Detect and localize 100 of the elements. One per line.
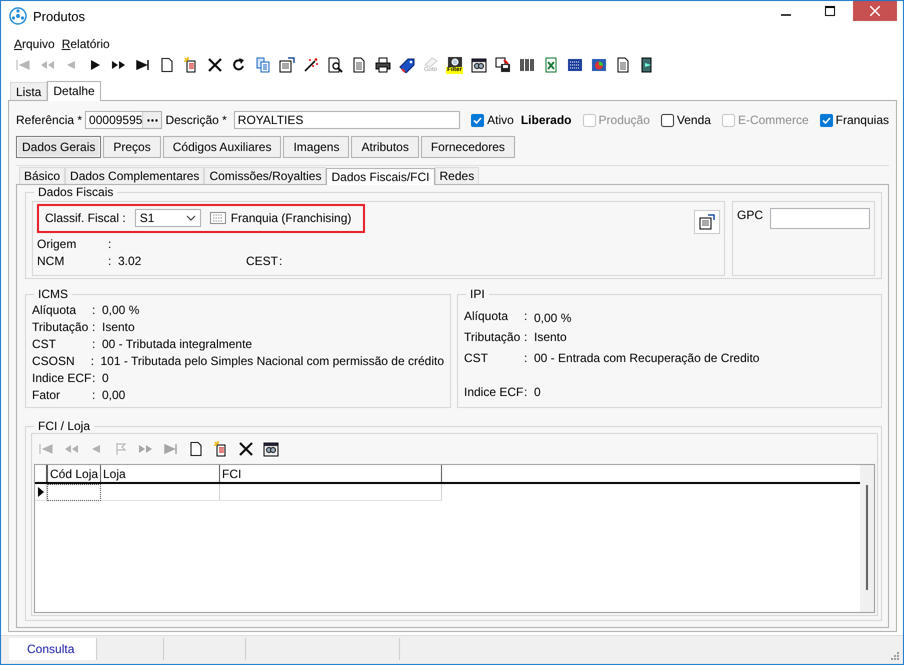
separator: :	[92, 388, 96, 402]
separator: :	[92, 370, 96, 384]
reference-field[interactable]: 00009595	[85, 111, 162, 129]
field-label: Origem	[37, 236, 78, 250]
tab[interactable]: Lista	[10, 82, 48, 100]
field-value: Isento	[534, 330, 567, 344]
column-header[interactable]: Cód Loja	[47, 465, 101, 482]
magnifier-icon[interactable]	[446, 56, 462, 67]
tab[interactable]: Códigos Auxiliares	[162, 136, 282, 158]
grid-icon	[210, 212, 226, 224]
column-header[interactable]: FCI	[220, 465, 442, 482]
separator: :	[92, 336, 96, 350]
tab[interactable]: Atributos	[351, 136, 419, 158]
field-label: Alíquota	[464, 308, 510, 322]
last-record-icon[interactable]	[134, 57, 150, 73]
window-icon	[699, 214, 715, 230]
pie-chart-window-icon[interactable]	[590, 57, 606, 73]
copy-icon[interactable]	[254, 57, 270, 73]
blank-page-icon[interactable]	[188, 441, 204, 457]
door-exit-icon[interactable]	[638, 57, 654, 73]
spreadsheet-icon[interactable]	[542, 57, 558, 73]
field-label: GPC	[737, 208, 764, 222]
field-value: 00 - Entrada com Recuperação de Credito	[534, 350, 760, 364]
field-label: CSOSN	[32, 354, 76, 368]
blank-page-icon[interactable]	[158, 57, 174, 73]
separator: :	[524, 308, 528, 322]
delete-icon[interactable]	[238, 441, 254, 457]
tag-icon[interactable]	[398, 57, 414, 73]
field-label: Referência *	[16, 113, 82, 127]
close-button[interactable]	[853, 1, 897, 21]
close-icon	[870, 6, 880, 16]
binoculars-window-icon[interactable]	[262, 441, 278, 457]
tab[interactable]: Dados Fiscais/FCI	[326, 168, 435, 185]
ellipsis-icon	[146, 118, 158, 122]
calculator-icon[interactable]	[566, 57, 582, 73]
status-label: Liberado	[520, 113, 572, 127]
checkbox[interactable]	[660, 114, 674, 126]
window-icon[interactable]	[278, 57, 294, 73]
field-value: 00 - Tributada integralmente	[102, 336, 252, 350]
edit-page-icon[interactable]	[212, 441, 228, 457]
resize-grip-icon[interactable]	[889, 650, 899, 660]
printer-icon[interactable]	[374, 57, 390, 73]
wand-icon[interactable]	[302, 57, 318, 73]
separator: :	[108, 254, 112, 268]
status-panel: Consulta	[9, 638, 97, 660]
window-title: Produtos	[33, 8, 86, 24]
edit-page-icon[interactable]	[182, 57, 198, 73]
lookup-button[interactable]	[142, 112, 162, 128]
refresh-icon[interactable]	[230, 57, 246, 73]
barcode-icon[interactable]	[518, 57, 534, 73]
checkbox[interactable]	[820, 114, 833, 126]
field-label: Descrição *	[165, 113, 227, 127]
gpc-field[interactable]	[770, 208, 870, 229]
field-label: Tributação	[32, 320, 90, 334]
field-label: CST	[32, 336, 57, 350]
field-value: 101 - Tributada pelo Simples Nacional com permissão de crédito	[100, 354, 444, 368]
scrollbar[interactable]	[860, 465, 874, 612]
field-label: Fator	[32, 388, 62, 402]
maximize-icon[interactable]	[825, 6, 835, 16]
tab[interactable]: Dados Complementares	[65, 167, 204, 184]
field-value: 0	[534, 384, 541, 398]
tab[interactable]: Redes	[434, 167, 480, 184]
tab[interactable]: Dados Gerais	[16, 136, 102, 158]
chevron-down-icon	[186, 215, 196, 221]
tab[interactable]: Básico	[19, 167, 66, 184]
tab[interactable]: Detalhe	[47, 81, 101, 101]
tab[interactable]: Preços	[103, 136, 161, 158]
separator: :	[108, 236, 112, 250]
checkbox-label: Franquias	[836, 113, 889, 127]
menu-item[interactable]: Relatório	[62, 37, 110, 51]
floppy-disk-icon[interactable]	[494, 57, 510, 73]
document-icon[interactable]	[350, 57, 366, 73]
separator: :	[92, 320, 96, 334]
binoculars-window-icon[interactable]	[470, 57, 486, 73]
checkbox[interactable]	[471, 114, 484, 126]
tab[interactable]: Imagens	[283, 136, 350, 158]
magnifier-page-icon[interactable]	[326, 57, 342, 73]
field-label: Alíquota	[32, 302, 78, 316]
delete-icon[interactable]	[206, 57, 222, 73]
document-icon[interactable]	[614, 57, 630, 73]
field-label: NCM	[37, 254, 66, 268]
field-value: Isento	[102, 320, 135, 334]
field-label: Classif. Fiscal :	[45, 211, 126, 225]
field-label: CEST	[246, 254, 279, 268]
menu-item[interactable]: Arquivo	[14, 37, 55, 51]
field-label: CST	[464, 350, 489, 364]
tab[interactable]: Fornecedores	[420, 136, 515, 158]
group-title: FCI / Loja	[34, 419, 94, 433]
properties-button[interactable]	[694, 210, 720, 234]
table-cell[interactable]	[47, 484, 101, 501]
separator: :	[524, 350, 528, 364]
description-field[interactable]: ROYALTIES	[234, 111, 460, 129]
checkbox-label: Ativo	[487, 113, 514, 127]
separator: :	[92, 302, 96, 316]
separator: :	[524, 330, 528, 344]
field-label: Indice ECF	[32, 370, 92, 384]
checkbox-label: Produção	[598, 113, 650, 127]
tab[interactable]: Comissões/Royalties	[204, 167, 326, 184]
column-header[interactable]: Loja	[101, 465, 220, 482]
classification-dropdown[interactable]: S1	[134, 209, 201, 227]
